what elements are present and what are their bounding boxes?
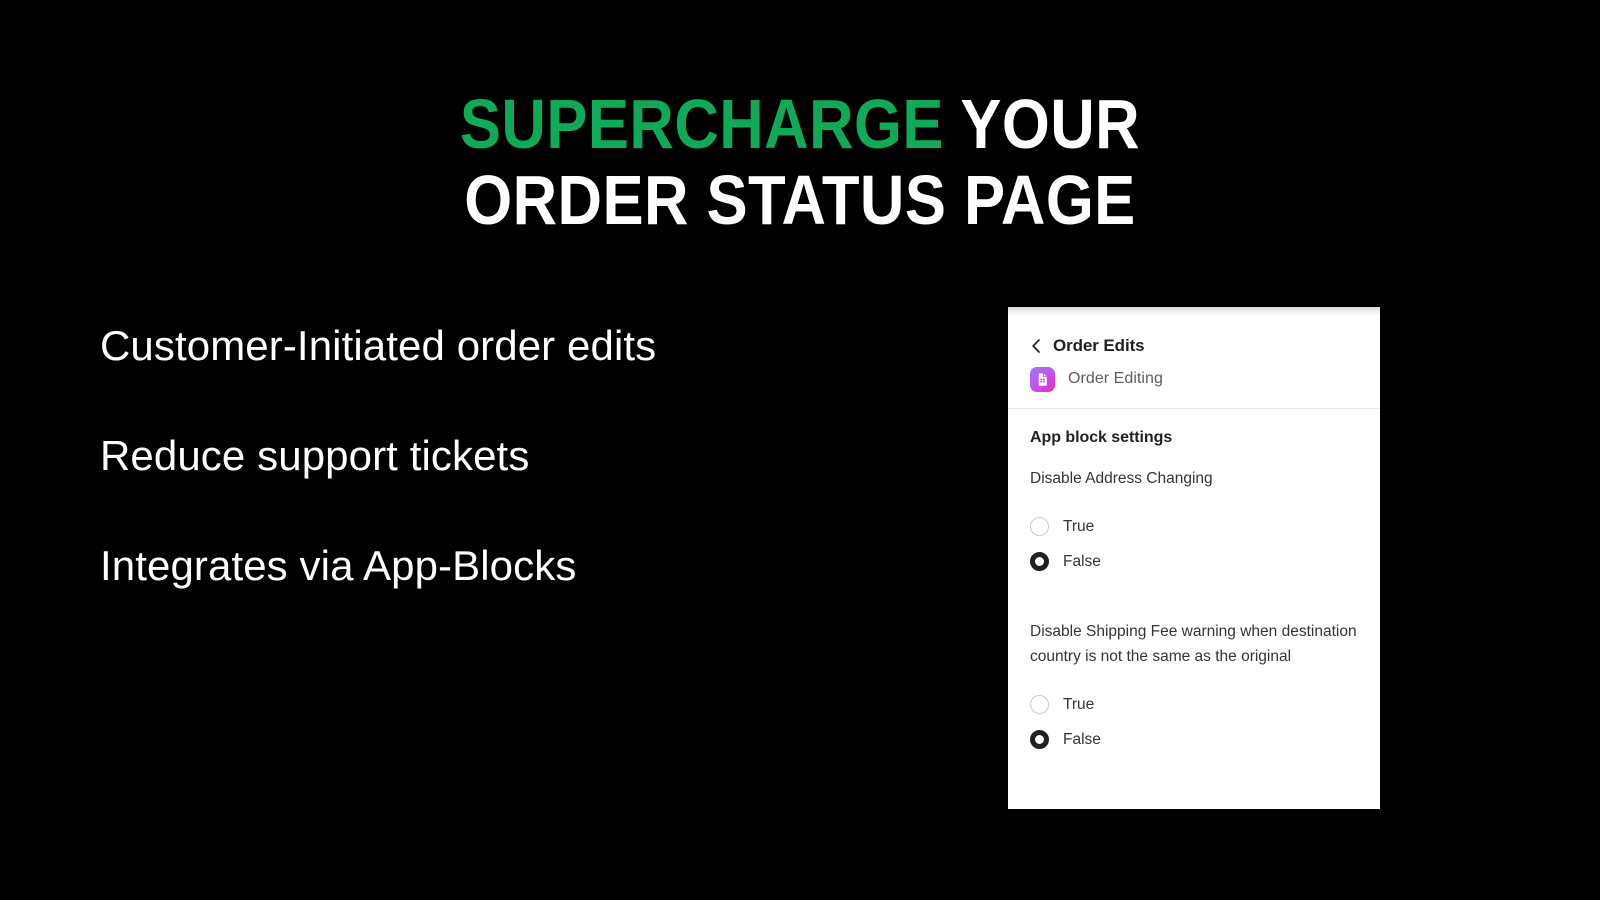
feature-item: Customer-Initiated order edits bbox=[100, 322, 657, 369]
breadcrumb[interactable]: Order Edits bbox=[1030, 335, 1358, 357]
setting-group: Disable Address Changing True False bbox=[1030, 466, 1358, 579]
setting-label: Disable Address Changing bbox=[1030, 470, 1213, 487]
radio-option-true[interactable]: True bbox=[1030, 509, 1358, 544]
section-title: App block settings bbox=[1030, 429, 1173, 446]
radio-group: True False bbox=[1030, 687, 1358, 757]
setting-label: Disable Shipping Fee warning when destin… bbox=[1030, 623, 1357, 665]
radio-group: True False bbox=[1030, 509, 1358, 579]
radio-label: True bbox=[1063, 517, 1095, 535]
radio-option-true[interactable]: True bbox=[1030, 687, 1358, 722]
feature-list: Customer-Initiated order edits Reduce su… bbox=[100, 322, 880, 652]
radio-button[interactable] bbox=[1030, 552, 1049, 571]
hero-headline-accent: SUPERCHARGE bbox=[459, 85, 944, 163]
feature-item: Integrates via App-Blocks bbox=[100, 542, 577, 589]
radio-option-false[interactable]: False bbox=[1030, 544, 1358, 579]
order-editing-app-icon bbox=[1030, 366, 1055, 392]
chevron-left-icon[interactable] bbox=[1030, 338, 1042, 354]
radio-label: False bbox=[1063, 730, 1101, 748]
radio-option-false[interactable]: False bbox=[1030, 722, 1358, 757]
card-body: App block settings Disable Address Chang… bbox=[1008, 409, 1380, 757]
hero-headline-line-2: ORDER STATUS PAGE bbox=[464, 161, 1136, 239]
setting-spacer bbox=[1030, 579, 1358, 600]
card-top-shadow bbox=[1008, 307, 1380, 316]
radio-button[interactable] bbox=[1030, 517, 1049, 536]
app-settings-card: Order Edits Order Editing App block sett… bbox=[1008, 307, 1380, 809]
radio-label: True bbox=[1063, 695, 1095, 713]
radio-button[interactable] bbox=[1030, 730, 1049, 749]
app-name-label: Order Editing bbox=[1068, 370, 1163, 387]
hero-headline-line-1: SUPERCHARGE YOUR bbox=[96, 86, 1504, 162]
card-header: Order Edits Order Editing bbox=[1008, 316, 1380, 408]
feature-item: Reduce support tickets bbox=[100, 432, 530, 479]
hero-headline: SUPERCHARGE YOUR ORDER STATUS PAGE bbox=[96, 86, 1504, 238]
breadcrumb-title: Order Edits bbox=[1053, 336, 1145, 355]
radio-button[interactable] bbox=[1030, 695, 1049, 714]
radio-label: False bbox=[1063, 552, 1101, 570]
hero-headline-line-1-rest: YOUR bbox=[943, 85, 1141, 163]
document-glyph-icon bbox=[1038, 372, 1047, 386]
setting-group: Disable Shipping Fee warning when destin… bbox=[1030, 619, 1358, 757]
app-identity-row: Order Editing bbox=[1030, 366, 1358, 392]
